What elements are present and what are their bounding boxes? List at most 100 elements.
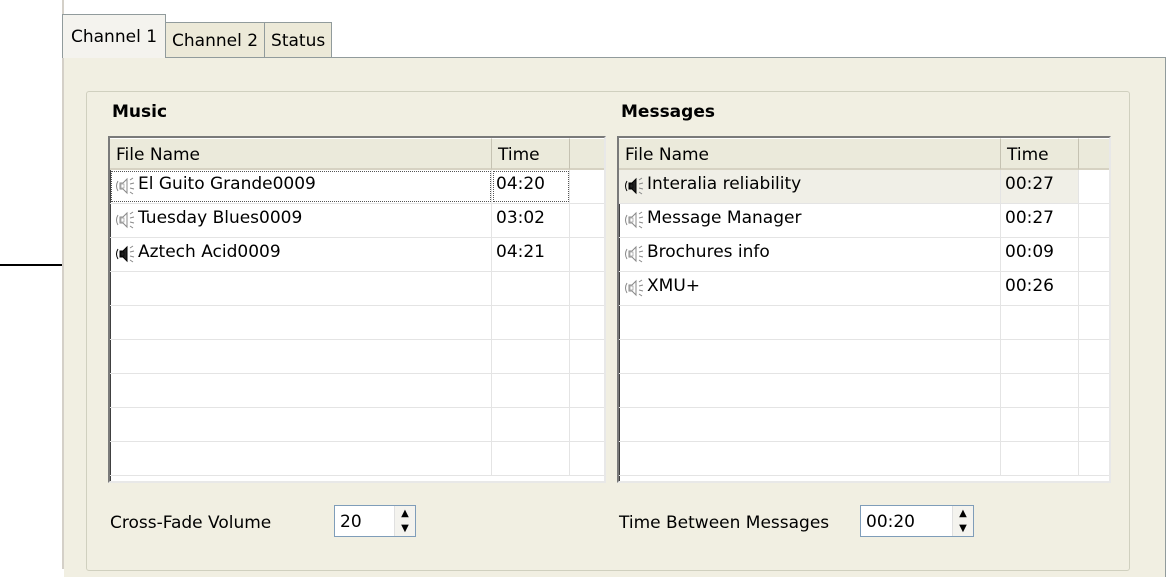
table-row[interactable]: Tuesday Blues0009 03:02 (110, 204, 604, 238)
music-col-time[interactable]: Time (492, 138, 570, 170)
time-between-value[interactable]: 00:20 (861, 506, 952, 536)
table-row (110, 408, 604, 442)
table-row (619, 374, 1109, 408)
speaker-idle-icon (623, 208, 645, 232)
filler-cell (1079, 204, 1109, 237)
file-name-cell: Interalia reliability (619, 170, 1001, 203)
filler-cell (1079, 272, 1109, 305)
file-name-cell (110, 272, 492, 305)
table-row[interactable]: Aztech Acid0009 04:21 (110, 238, 604, 272)
file-name-cell (110, 374, 492, 407)
speaker-idle-icon (114, 174, 136, 198)
time-between-label: Time Between Messages (619, 513, 830, 533)
filler-cell (570, 340, 604, 373)
tab-status[interactable]: Status (264, 22, 333, 58)
speaker-playing-icon (623, 174, 645, 198)
messages-col-time[interactable]: Time (1001, 138, 1079, 170)
file-name-cell (110, 442, 492, 475)
table-row (110, 306, 604, 340)
file-name-cell (110, 408, 492, 441)
time-cell (1001, 442, 1079, 475)
table-row[interactable]: Interalia reliability 00:27 (619, 170, 1109, 204)
spin-up-icon[interactable]: ▲ (953, 506, 973, 521)
table-row (110, 272, 604, 306)
filler-cell (570, 306, 604, 339)
file-name: XMU+ (647, 276, 701, 296)
table-row[interactable]: El Guito Grande0009 04:20 (110, 170, 604, 204)
filler-cell (1079, 374, 1109, 407)
tab-strip: Channel 1 Channel 2 Status (62, 12, 333, 58)
file-name-cell (619, 306, 1001, 339)
tab-channel-1[interactable]: Channel 1 (62, 14, 167, 58)
table-row (110, 340, 604, 374)
time-cell (1001, 306, 1079, 339)
file-name: Message Manager (647, 208, 802, 228)
speaker-idle-icon (623, 242, 645, 266)
file-name-cell (619, 374, 1001, 407)
music-list[interactable]: File Name Time El Guito Grande0009 04:20 T… (108, 136, 606, 483)
filler-cell (1079, 442, 1109, 475)
messages-header: File Name Time (619, 138, 1109, 170)
file-name-cell: El Guito Grande0009 (110, 170, 492, 203)
music-col-file-name[interactable]: File Name (110, 138, 492, 170)
file-name-cell: Message Manager (619, 204, 1001, 237)
file-name-cell (110, 340, 492, 373)
filler-cell (1079, 170, 1109, 203)
spin-up-icon[interactable]: ▲ (395, 506, 415, 521)
time-cell: 03:02 (492, 204, 570, 237)
music-col-filler (570, 138, 604, 170)
tab-channel-2[interactable]: Channel 2 (165, 22, 266, 58)
filler-cell (1079, 238, 1109, 271)
table-row (619, 408, 1109, 442)
table-row (110, 374, 604, 408)
table-row (619, 442, 1109, 476)
file-name: El Guito Grande0009 (138, 174, 316, 194)
time-cell (1001, 340, 1079, 373)
speaker-idle-icon (114, 208, 136, 232)
messages-rows: Interalia reliability 00:27 Message Manage… (619, 170, 1109, 476)
filler-cell (570, 170, 604, 203)
filler-cell (570, 272, 604, 305)
spin-down-icon[interactable]: ▼ (395, 521, 415, 536)
time-cell: 00:27 (1001, 170, 1079, 203)
time-cell (1001, 374, 1079, 407)
time-cell (1001, 408, 1079, 441)
time-cell (492, 340, 570, 373)
filler-cell (1079, 340, 1109, 373)
filler-cell (570, 408, 604, 441)
time-cell (492, 272, 570, 305)
messages-col-file-name[interactable]: File Name (619, 138, 1001, 170)
filler-cell (570, 238, 604, 271)
file-name-cell: Tuesday Blues0009 (110, 204, 492, 237)
file-name: Interalia reliability (647, 174, 802, 194)
table-row[interactable]: XMU+ 00:26 (619, 272, 1109, 306)
file-name-cell: Aztech Acid0009 (110, 238, 492, 271)
messages-list[interactable]: File Name Time Interalia reliability 00:2… (617, 136, 1111, 483)
file-name-cell (110, 306, 492, 339)
time-cell: 04:20 (492, 170, 570, 203)
file-name: Aztech Acid0009 (138, 242, 281, 262)
cross-fade-label: Cross-Fade Volume (110, 513, 272, 533)
time-between-spinner[interactable]: 00:20 ▲ ▼ (860, 505, 974, 537)
cross-fade-value[interactable]: 20 (335, 506, 394, 536)
table-row[interactable]: Brochures info 00:09 (619, 238, 1109, 272)
file-name-cell: XMU+ (619, 272, 1001, 305)
filler-cell (1079, 408, 1109, 441)
table-row[interactable]: Message Manager 00:27 (619, 204, 1109, 238)
music-title: Music (112, 102, 168, 122)
time-cell (492, 374, 570, 407)
music-header: File Name Time (110, 138, 604, 170)
file-name-cell (619, 340, 1001, 373)
speaker-playing-icon (114, 242, 136, 266)
file-name-cell: Brochures info (619, 238, 1001, 271)
filler-cell (570, 374, 604, 407)
file-name-cell (619, 408, 1001, 441)
time-cell: 00:26 (1001, 272, 1079, 305)
time-cell (492, 306, 570, 339)
table-row (110, 442, 604, 476)
spin-down-icon[interactable]: ▼ (953, 521, 973, 536)
filler-cell (570, 442, 604, 475)
cross-fade-spinner[interactable]: 20 ▲ ▼ (334, 505, 416, 537)
time-cell: 00:09 (1001, 238, 1079, 271)
time-cell: 00:27 (1001, 204, 1079, 237)
